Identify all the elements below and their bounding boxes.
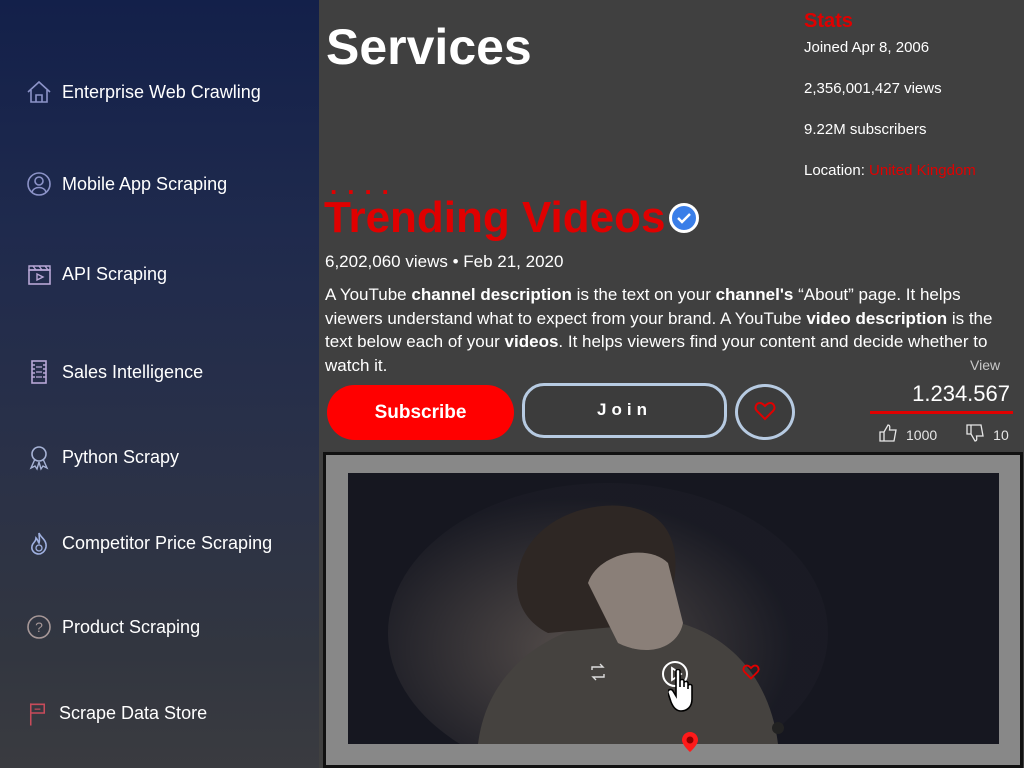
channel-description: A YouTube channel description is the tex… [325, 283, 1015, 377]
description-bold: channel's [715, 285, 794, 304]
stat-subscribers: 9.22M subscribers [804, 121, 927, 138]
trending-title-text: Trending Videos [324, 193, 666, 242]
award-ribbon-icon [24, 442, 54, 472]
stat-views: 2,356,001,427 views [804, 80, 942, 97]
verified-check-icon [669, 203, 700, 233]
replay-icon[interactable] [588, 663, 608, 681]
sidebar-item-competitor-price-scraping[interactable]: Competitor Price Scraping [24, 528, 272, 558]
sidebar-item-python-scrapy[interactable]: Python Scrapy [24, 442, 179, 472]
sidebar-item-api-scraping[interactable]: API Scraping [24, 259, 167, 289]
view-count: 1.234.567 [912, 381, 1010, 406]
sidebar-item-mobile-app-scraping[interactable]: Mobile App Scraping [24, 169, 227, 199]
sidebar-item-product-scraping[interactable]: ? Product Scraping [24, 612, 200, 642]
sidebar-item-label: Competitor Price Scraping [62, 532, 273, 553]
heart-icon [754, 401, 776, 424]
video-player[interactable] [323, 452, 1023, 768]
like-dislike-bar: 1000 10 [878, 424, 1009, 445]
sidebar-item-sales-intelligence[interactable]: Sales Intelligence [24, 357, 203, 387]
description-bold: video description [806, 308, 948, 328]
progress-marker-icon[interactable] [681, 731, 699, 753]
sidebar-item-label: Scrape Data Store [59, 702, 208, 723]
view-count-underline [870, 411, 1013, 414]
favorite-button[interactable] [735, 384, 795, 440]
hand-cursor-icon [668, 669, 698, 713]
trending-title: Trending Videos [324, 193, 700, 243]
video-views-date: 6,202,060 views • Feb 21, 2020 [325, 252, 564, 271]
clapperboard-icon [24, 259, 54, 289]
user-circle-icon [24, 169, 54, 199]
join-button[interactable]: Join [522, 383, 727, 438]
description-text: is the text on your [571, 285, 716, 304]
sidebar-item-label: Product Scraping [62, 616, 201, 637]
stats-title: Stats [804, 10, 853, 32]
thumbs-up-icon[interactable] [878, 424, 906, 445]
home-icon [24, 77, 54, 107]
sidebar-item-label: Enterprise Web Crawling [62, 81, 261, 102]
sidebar-item-label: Sales Intelligence [62, 361, 204, 382]
description-bold: videos [504, 332, 559, 351]
fire-icon [24, 528, 54, 558]
film-strip-icon [24, 357, 54, 387]
stat-location: Location: United Kingdom [804, 162, 976, 179]
stat-location-value: United Kingdom [869, 162, 976, 179]
dislike-count: 10 [993, 426, 1009, 443]
page-title: Services [326, 19, 532, 75]
stat-location-label: Location: [804, 162, 870, 179]
sidebar-item-scrape-data-store[interactable]: Scrape Data Store [24, 698, 207, 728]
description-text: A YouTube [325, 285, 412, 304]
description-bold: channel description [411, 285, 572, 304]
stat-joined: Joined Apr 8, 2006 [804, 39, 930, 56]
thumbs-down-icon[interactable] [965, 424, 993, 445]
flag-icon [24, 698, 51, 728]
subscribe-button[interactable]: Subscribe [327, 385, 514, 440]
sidebar-item-label: API Scraping [62, 263, 168, 284]
sidebar: Enterprise Web Crawling Mobile App Scrap… [0, 0, 319, 768]
svg-text:?: ? [35, 619, 43, 635]
like-count: 1000 [906, 426, 938, 443]
sidebar-item-label: Mobile App Scraping [62, 173, 228, 194]
video-like-heart-icon[interactable] [742, 664, 760, 680]
stats-panel: Stats Joined Apr 8, 2006 2,356,001,427 v… [804, 10, 1019, 179]
sidebar-item-label: Python Scrapy [62, 446, 180, 467]
view-label: View [970, 357, 1001, 373]
question-icon: ? [24, 612, 54, 642]
sidebar-item-enterprise-web-crawling[interactable]: Enterprise Web Crawling [24, 77, 261, 107]
video-thumbnail[interactable] [348, 473, 999, 744]
